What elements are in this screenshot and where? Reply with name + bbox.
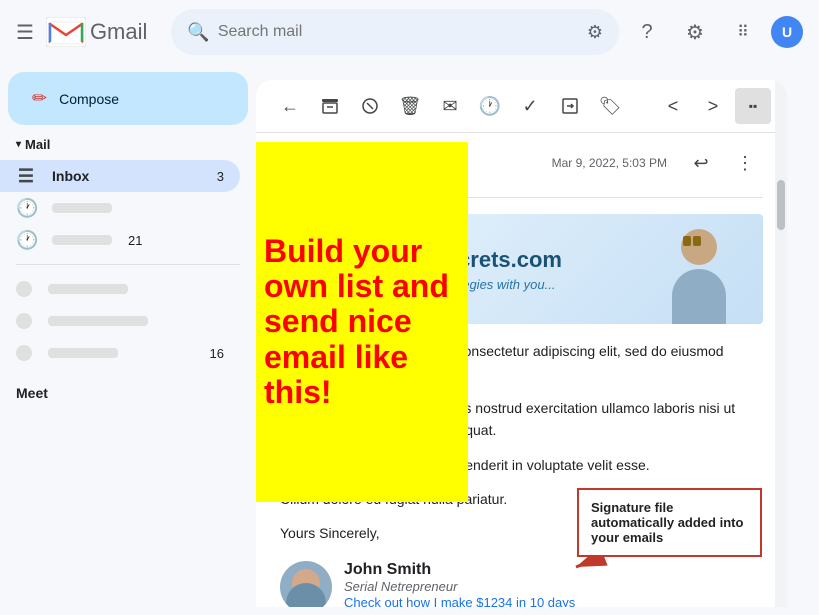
apps-button[interactable]: ⠿	[723, 12, 763, 52]
compose-label: Compose	[59, 91, 119, 107]
sig-link[interactable]: Check out how I make $1234 in 10 days	[344, 595, 575, 607]
sig-annotation-box: Signature file automatically added into …	[577, 488, 762, 557]
scrollbar-thumb	[777, 180, 785, 230]
mail-section-label: Mail	[25, 137, 50, 152]
snooze-button[interactable]: 🕐	[472, 88, 508, 124]
nav-section: ▾ Mail ☰ Inbox 3 🕐 🕐 21	[0, 133, 256, 369]
inbox-label: Inbox	[52, 168, 201, 184]
nav-divider	[16, 264, 240, 265]
email-toolbar: ← 🗑 ✉ 🕐 ✓	[256, 80, 787, 133]
sidebar-placeholder-1	[0, 273, 240, 305]
settings-button[interactable]: ⚙	[675, 12, 715, 52]
mail-button[interactable]: ✉	[432, 88, 468, 124]
sidebar-item-inbox[interactable]: ☰ Inbox 3	[0, 160, 240, 192]
email-signature: John Smith Serial Netrepreneur Check out…	[280, 561, 763, 607]
report-button[interactable]	[352, 88, 388, 124]
sidebar: ✏ Compose ▾ Mail ☰ Inbox 3 🕐 🕐 21	[0, 64, 256, 615]
view-toggle-button[interactable]: ▪▪	[735, 88, 771, 124]
gmail-logo: Gmail	[46, 17, 147, 47]
main-layout: ✏ Compose ▾ Mail ☰ Inbox 3 🕐 🕐 21	[0, 64, 819, 615]
avatar[interactable]: U	[771, 16, 803, 48]
sidebar-placeholder-3: 16	[0, 337, 240, 369]
next-email-button[interactable]: >	[695, 88, 731, 124]
search-icon: 🔍	[187, 22, 209, 43]
gmail-m-logo	[46, 17, 86, 47]
app-title: Gmail	[90, 19, 147, 45]
sidebar-item-other[interactable]: 🕐 21	[0, 224, 240, 256]
person-head	[681, 229, 717, 265]
archive-button[interactable]	[312, 88, 348, 124]
move-icon	[560, 96, 580, 116]
meet-section: Meet	[0, 377, 256, 409]
reply-button[interactable]: ↩	[683, 145, 719, 181]
sig-title: Serial Netrepreneur	[344, 579, 575, 594]
back-button[interactable]: ←	[272, 88, 308, 124]
email-date: Mar 9, 2022, 5:03 PM	[552, 156, 667, 170]
compose-button[interactable]: ✏ Compose	[8, 72, 248, 125]
menu-icon[interactable]: ☰	[16, 20, 34, 45]
prev-email-button[interactable]: <	[655, 88, 691, 124]
search-tune-icon[interactable]: ⚙	[587, 22, 603, 43]
delete-button[interactable]: 🗑	[392, 88, 428, 124]
person-glasses2	[693, 236, 701, 246]
toolbar-nav: < > ▪▪	[655, 88, 771, 124]
archive-icon	[320, 96, 340, 116]
other-badge: 21	[128, 233, 142, 248]
scrollbar[interactable]	[775, 80, 787, 607]
person-body	[672, 269, 726, 324]
search-bar: 🔍 ⚙	[171, 9, 619, 55]
snoozed-icon: 🕐	[16, 198, 36, 219]
top-bar: ☰ Gmail 🔍 ⚙ ? ⚙ ⠿ U	[0, 0, 819, 64]
yellow-annotation-text: Build your own list and send nice email …	[264, 234, 452, 410]
sidebar-item-snoozed[interactable]: 🕐	[0, 192, 240, 224]
other-icon: 🕐	[16, 230, 36, 251]
help-button[interactable]: ?	[627, 12, 667, 52]
compose-pencil-icon: ✏	[32, 88, 47, 109]
task-button[interactable]: ✓	[512, 88, 548, 124]
email-more-button[interactable]: ⋮	[727, 145, 763, 181]
sig-name: John Smith	[344, 561, 575, 579]
banner-person	[659, 214, 739, 324]
yellow-annotation: Build your own list and send nice email …	[256, 142, 468, 502]
sig-annotation-text: Signature file automatically added into …	[591, 500, 743, 545]
mail-section-arrow: ▾	[16, 139, 21, 150]
inbox-badge: 3	[217, 169, 224, 184]
report-icon	[360, 96, 380, 116]
person-glasses	[683, 236, 691, 246]
sig-avatar	[280, 561, 332, 607]
inbox-icon: ☰	[16, 166, 36, 187]
label-button[interactable]: 🏷	[592, 88, 628, 124]
email-header-right: Mar 9, 2022, 5:03 PM ↩ ⋮	[552, 145, 763, 181]
sig-info: John Smith Serial Netrepreneur Check out…	[344, 561, 575, 607]
placeholder-badge: 16	[210, 346, 224, 361]
top-right-icons: ? ⚙ ⠿ U	[627, 12, 803, 52]
sidebar-placeholder-2	[0, 305, 240, 337]
email-panel: Build your own list and send nice email …	[256, 72, 803, 607]
move-button[interactable]	[552, 88, 588, 124]
meet-label: Meet	[16, 385, 48, 401]
search-input[interactable]	[218, 23, 579, 41]
